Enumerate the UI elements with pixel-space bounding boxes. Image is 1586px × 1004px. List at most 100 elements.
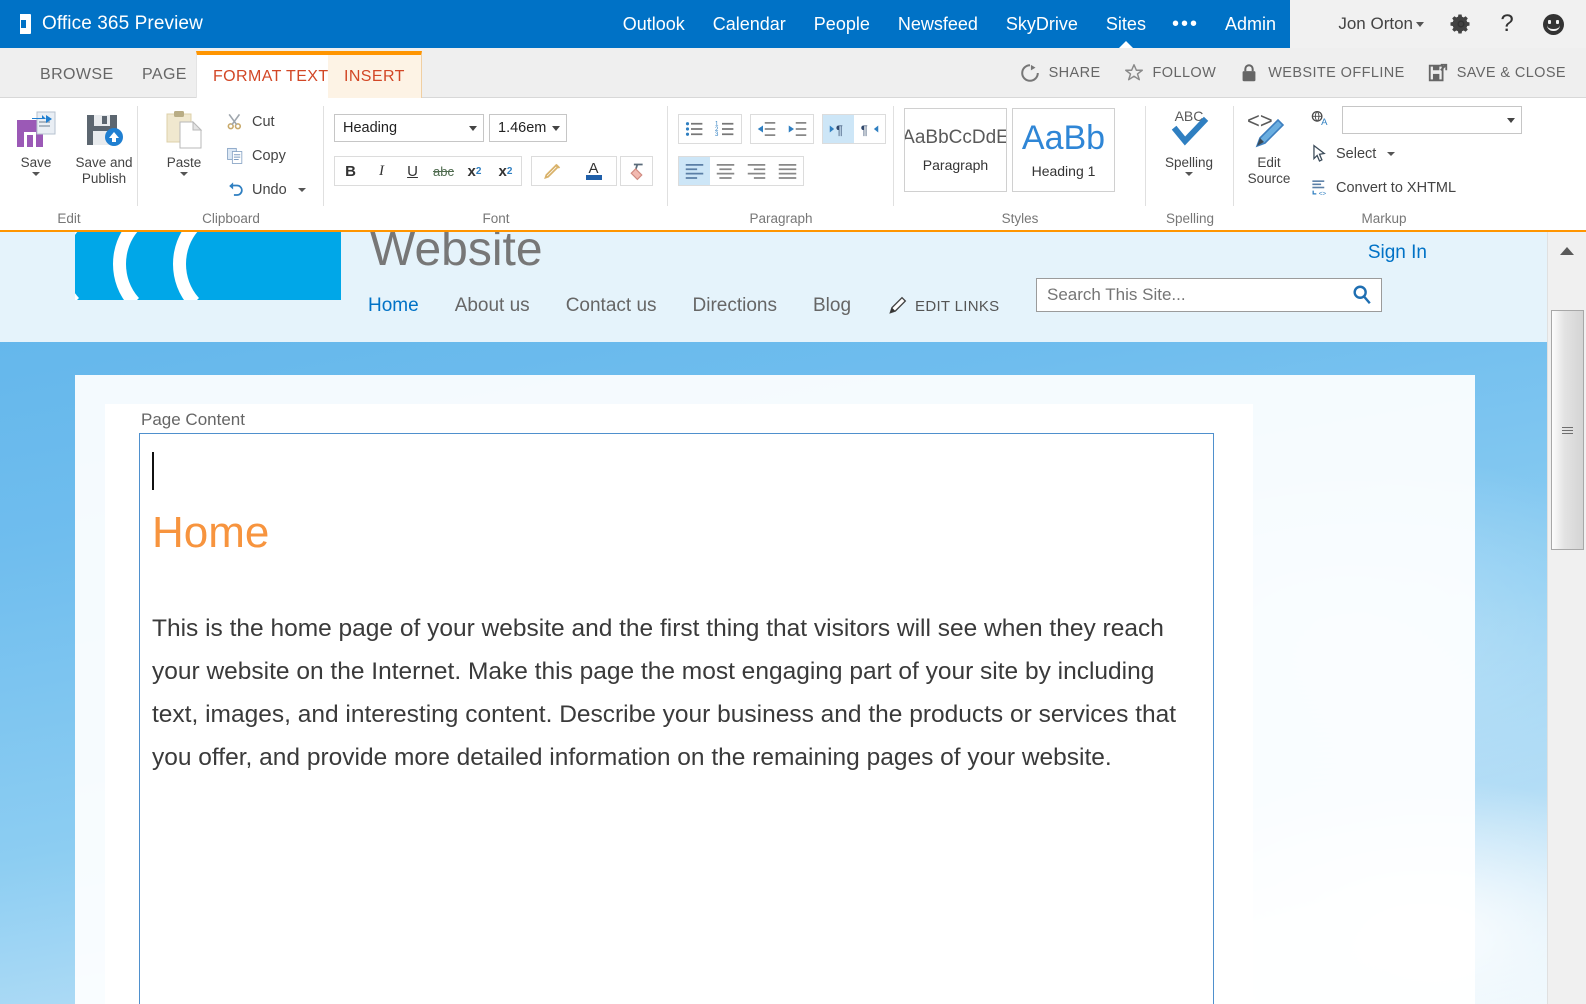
tab-page[interactable]: PAGE bbox=[126, 52, 203, 98]
website-offline-button[interactable]: WEBSITE OFFLINE bbox=[1238, 62, 1405, 84]
superscript-button[interactable]: x2 bbox=[490, 157, 521, 185]
suite-nav-skydrive[interactable]: SkyDrive bbox=[992, 0, 1092, 48]
ribbon-group-markup: <> Edit Source A bbox=[1234, 98, 1586, 230]
site-search-box[interactable] bbox=[1036, 278, 1382, 312]
numbered-list-button[interactable]: 1 2 3 bbox=[710, 115, 741, 143]
office-logo-icon bbox=[12, 13, 34, 35]
markup-styles-select[interactable] bbox=[1342, 106, 1522, 134]
website-offline-label: WEBSITE OFFLINE bbox=[1268, 65, 1405, 81]
align-center-button[interactable] bbox=[710, 157, 741, 185]
suite-nav-people[interactable]: People bbox=[800, 0, 884, 48]
select-button[interactable]: Select bbox=[1310, 144, 1395, 163]
tab-insert[interactable]: INSERT bbox=[328, 51, 422, 98]
increase-indent-button[interactable] bbox=[782, 115, 813, 143]
site-nav-home[interactable]: Home bbox=[368, 295, 437, 317]
help-button[interactable]: ? bbox=[1484, 0, 1530, 48]
align-justify-button[interactable] bbox=[772, 157, 803, 185]
vertical-scrollbar[interactable] bbox=[1547, 232, 1586, 1004]
site-logo[interactable] bbox=[75, 232, 341, 300]
font-color-button[interactable]: A bbox=[574, 157, 616, 185]
edit-links-button[interactable]: EDIT LINKS bbox=[887, 296, 999, 316]
copy-button[interactable]: Copy bbox=[226, 146, 286, 165]
document-heading[interactable]: Home bbox=[152, 508, 269, 558]
follow-button[interactable]: FOLLOW bbox=[1123, 62, 1217, 84]
undo-button[interactable]: Undo bbox=[226, 180, 306, 199]
undo-label: Undo bbox=[252, 182, 287, 198]
font-color-letter: A bbox=[586, 162, 602, 175]
search-icon[interactable] bbox=[1351, 284, 1373, 306]
chevron-down-icon bbox=[1507, 118, 1515, 123]
user-name: Jon Orton bbox=[1338, 14, 1413, 33]
scrollbar-thumb[interactable] bbox=[1551, 310, 1584, 550]
suite-nav-sites[interactable]: Sites bbox=[1092, 0, 1160, 48]
feedback-button[interactable] bbox=[1530, 0, 1576, 48]
suite-nav-calendar[interactable]: Calendar bbox=[699, 0, 800, 48]
italic-button[interactable]: I bbox=[366, 157, 397, 185]
clear-formatting-button[interactable] bbox=[621, 157, 652, 185]
save-close-icon bbox=[1427, 62, 1449, 84]
font-size-select[interactable]: 1.46em bbox=[489, 114, 567, 142]
site-nav-contact-us[interactable]: Contact us bbox=[566, 295, 675, 317]
sign-in-link[interactable]: Sign In bbox=[1368, 242, 1427, 264]
user-menu[interactable]: Jon Orton bbox=[1324, 14, 1438, 34]
left-to-right-button[interactable]: ¶ bbox=[823, 115, 854, 143]
convert-to-xhtml-button[interactable]: <> Convert to XHTML bbox=[1310, 178, 1456, 197]
document-paragraph[interactable]: This is the home page of your website an… bbox=[152, 607, 1194, 779]
share-button[interactable]: SHARE bbox=[1019, 62, 1101, 84]
suite-nav-admin[interactable]: Admin bbox=[1211, 0, 1290, 48]
font-style-toolbar: B I U abc x2 x2 bbox=[334, 156, 522, 186]
svg-text:¶: ¶ bbox=[861, 122, 868, 137]
settings-gear-button[interactable] bbox=[1438, 0, 1484, 48]
suite-nav-outlook[interactable]: Outlook bbox=[609, 0, 699, 48]
suite-nav-newsfeed[interactable]: Newsfeed bbox=[884, 0, 992, 48]
list-toolbar: 1 2 3 bbox=[678, 114, 742, 144]
office-brand[interactable]: Office 365 Preview bbox=[12, 0, 203, 48]
cut-label: Cut bbox=[252, 114, 275, 130]
underline-button[interactable]: U bbox=[397, 157, 428, 185]
save-and-publish-button[interactable]: Save and Publish bbox=[66, 106, 142, 186]
group-label-styles: Styles bbox=[894, 211, 1146, 226]
site-nav-blog[interactable]: Blog bbox=[813, 295, 869, 317]
decrease-indent-button[interactable] bbox=[751, 115, 782, 143]
left-to-right-icon: ¶ bbox=[828, 120, 849, 138]
highlight-color-icon bbox=[542, 161, 563, 182]
lock-icon bbox=[1238, 62, 1260, 84]
convert-xhtml-icon: <> bbox=[1310, 178, 1329, 197]
clear-format-icon bbox=[626, 161, 647, 182]
group-label-spelling: Spelling bbox=[1146, 211, 1234, 226]
bold-button[interactable]: B bbox=[335, 157, 366, 185]
spelling-button[interactable]: ABC Spelling bbox=[1155, 106, 1223, 176]
right-to-left-button[interactable]: ¶ bbox=[854, 115, 885, 143]
save-button[interactable]: Save bbox=[2, 106, 70, 176]
undo-arrow-icon bbox=[226, 180, 245, 199]
group-label-clipboard: Clipboard bbox=[138, 211, 324, 226]
cut-button[interactable]: Cut bbox=[226, 112, 275, 131]
star-icon bbox=[1123, 62, 1145, 84]
style-heading-1[interactable]: AaBb Heading 1 bbox=[1012, 108, 1115, 192]
scroll-up-button[interactable] bbox=[1548, 232, 1586, 270]
search-input[interactable] bbox=[1047, 285, 1351, 305]
font-family-select[interactable]: Heading bbox=[334, 114, 484, 142]
increase-indent-icon bbox=[787, 120, 808, 138]
align-right-button[interactable] bbox=[741, 157, 772, 185]
align-left-button[interactable] bbox=[679, 157, 710, 185]
share-label: SHARE bbox=[1049, 65, 1101, 81]
highlight-color-button[interactable] bbox=[532, 157, 574, 185]
site-nav-about-us[interactable]: About us bbox=[455, 295, 548, 317]
strikethrough-button[interactable]: abc bbox=[428, 157, 459, 185]
edit-source-button[interactable]: <> Edit Source bbox=[1238, 106, 1300, 186]
ribbon-group-edit: Save Save and Publish Edit bbox=[0, 98, 138, 230]
tab-format-text[interactable]: FORMAT TEXT bbox=[196, 51, 346, 98]
site-nav-directions[interactable]: Directions bbox=[693, 295, 795, 317]
save-and-close-button[interactable]: SAVE & CLOSE bbox=[1427, 62, 1566, 84]
group-label-edit: Edit bbox=[0, 211, 138, 226]
bulleted-list-button[interactable] bbox=[679, 115, 710, 143]
style-name: Paragraph bbox=[923, 157, 988, 173]
page-content-editor[interactable]: Home This is the home page of your websi… bbox=[139, 433, 1214, 1004]
style-paragraph[interactable]: AaBbCcDdE Paragraph bbox=[904, 108, 1007, 192]
tab-browse[interactable]: BROWSE bbox=[24, 52, 130, 98]
style-preview: AaBb bbox=[1022, 121, 1105, 155]
suite-nav-more-icon[interactable]: ••• bbox=[1160, 2, 1211, 46]
paste-button[interactable]: Paste bbox=[150, 106, 218, 176]
subscript-button[interactable]: x2 bbox=[459, 157, 490, 185]
